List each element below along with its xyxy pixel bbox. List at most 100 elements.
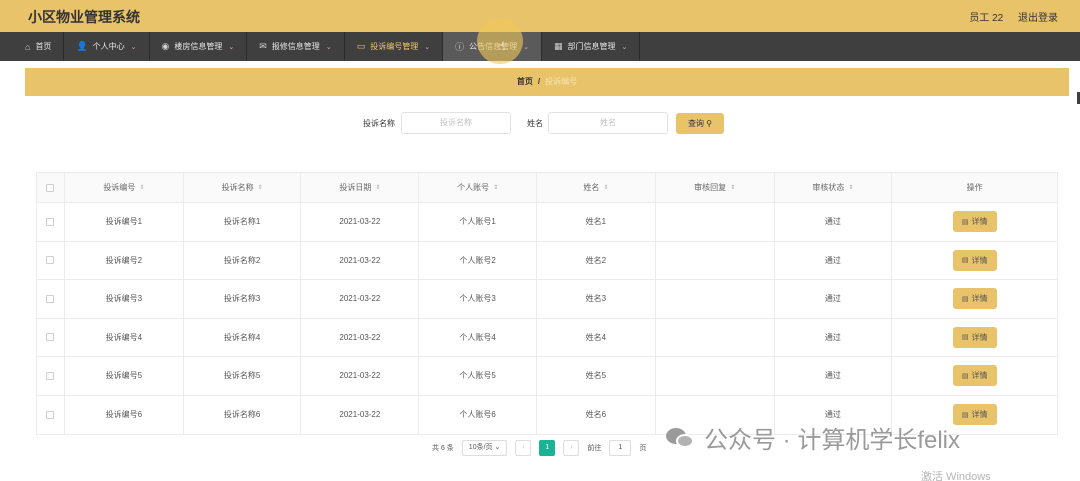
table-cell-reply xyxy=(656,241,775,279)
detail-button[interactable]: ▤ 详情 xyxy=(952,365,997,387)
document-icon: ▤ xyxy=(961,218,969,226)
page-size-value: 10条/页 xyxy=(468,444,493,451)
table-cell-status: 通过 xyxy=(775,203,893,241)
next-page-button[interactable]: › xyxy=(563,440,580,456)
document-icon: ▤ xyxy=(961,411,969,419)
table-cell-date: 2021-03-22 xyxy=(301,241,420,279)
name-input[interactable]: 姓名 xyxy=(548,112,668,134)
column-header[interactable]: 审核回复 ⇕ xyxy=(656,173,775,202)
table-row: 投诉编号2 投诉名称2 2021-03-22 个人账号2 姓名2 通过 ▤ 详情 xyxy=(37,241,1057,280)
row-select-cell xyxy=(37,318,65,356)
table-row: 投诉编号4 投诉名称4 2021-03-22 个人账号4 姓名4 通过 ▤ 详情 xyxy=(37,318,1057,357)
nav-item-1[interactable]: 👤 个人中心 ⌄ xyxy=(64,32,150,61)
detail-button[interactable]: ▤ 详情 xyxy=(952,249,997,271)
complaint-name-input[interactable]: 投诉名称 xyxy=(401,112,511,134)
detail-button-label: 详情 xyxy=(971,371,988,381)
table-cell-name: 投诉名称2 xyxy=(184,241,302,279)
search-form: 投诉名称 投诉名称 姓名 姓名 查询 ⚲ xyxy=(0,112,1080,136)
nav-item-2[interactable]: ◉ 楼房信息管理 ⌄ xyxy=(150,32,248,61)
prev-page-button[interactable]: ‹ xyxy=(515,440,532,456)
nav-item-3[interactable]: ✉ 报修信息管理 ⌄ xyxy=(247,32,345,61)
current-user[interactable]: 员工 22 xyxy=(969,13,1003,24)
column-header[interactable]: 投诉日期 ⇕ xyxy=(301,173,420,202)
sort-icon[interactable]: ⇕ xyxy=(493,184,498,191)
table-cell-id: 投诉编号4 xyxy=(65,318,184,356)
row-checkbox[interactable] xyxy=(46,217,55,226)
table-cell-name: 投诉名称4 xyxy=(184,318,302,356)
document-icon: ▤ xyxy=(961,257,969,265)
document-icon: ▤ xyxy=(961,334,969,342)
nav-item-label: 投诉编号管理 xyxy=(370,42,419,51)
column-header[interactable]: 投诉编号 ⇕ xyxy=(65,173,184,202)
name-label: 姓名 xyxy=(527,119,543,128)
sort-icon[interactable]: ⇕ xyxy=(375,184,380,191)
goto-label: 前往 xyxy=(587,445,602,452)
detail-button[interactable]: ▤ 详情 xyxy=(952,211,997,233)
windows-activation-text: 激活 Windows xyxy=(921,471,991,481)
table-cell-date: 2021-03-22 xyxy=(301,280,420,318)
nav-left-edge xyxy=(0,32,13,61)
table-cell-reply xyxy=(656,280,775,318)
nav-item-label: 楼房信息管理 xyxy=(174,42,223,51)
detail-button[interactable]: ▤ 详情 xyxy=(952,288,997,310)
column-header[interactable]: 投诉名称 ⇕ xyxy=(184,173,302,202)
goto-page-input[interactable]: 1 xyxy=(609,440,632,456)
table-cell-id: 投诉编号1 xyxy=(65,203,184,241)
table-cell-id: 投诉编号2 xyxy=(65,241,184,279)
nav-item-label: 部门信息管理 xyxy=(567,42,616,51)
page-size-select[interactable]: 10条/页 ⌄ xyxy=(461,440,508,456)
table-row: 投诉编号3 投诉名称3 2021-03-22 个人账号3 姓名3 通过 ▤ 详情 xyxy=(37,280,1057,319)
column-header-label: 投诉编号 xyxy=(103,183,136,192)
sort-icon[interactable]: ⇕ xyxy=(730,184,735,191)
top-header: 小区物业管理系统 员工 22 退出登录 xyxy=(0,0,1080,32)
sort-icon[interactable]: ⇕ xyxy=(258,184,263,191)
table-cell-account: 个人账号5 xyxy=(419,357,538,395)
table-cell-id: 投诉编号5 xyxy=(65,357,184,395)
nav-item-label: 报修信息管理 xyxy=(271,42,320,51)
row-checkbox[interactable] xyxy=(46,333,55,342)
nav-item-label: 首页 xyxy=(35,42,52,51)
sort-icon[interactable]: ⇕ xyxy=(139,184,144,191)
breadcrumb-home[interactable]: 首页 xyxy=(517,77,533,86)
watermark-text: 公众号 · 计算机学长felix xyxy=(704,427,961,454)
search-button[interactable]: 查询 ⚲ xyxy=(676,113,724,134)
column-header[interactable]: 审核状态 ⇕ xyxy=(775,173,893,202)
detail-button-label: 详情 xyxy=(971,255,988,265)
page-unit-label: 页 xyxy=(639,445,647,452)
table-cell-status: 通过 xyxy=(775,280,893,318)
row-select-cell xyxy=(37,241,65,279)
sort-icon[interactable]: ⇕ xyxy=(603,184,608,191)
app-title: 小区物业管理系统 xyxy=(28,9,140,25)
row-select-cell xyxy=(37,280,65,318)
location-icon: ◉ xyxy=(161,41,170,51)
user-icon: 👤 xyxy=(76,41,88,51)
chevron-down-icon: ⌄ xyxy=(621,43,628,51)
row-checkbox[interactable] xyxy=(46,371,55,380)
table-cell-date: 2021-03-22 xyxy=(301,357,420,395)
logout-link[interactable]: 退出登录 xyxy=(1018,13,1058,24)
column-header[interactable]: 姓名 ⇕ xyxy=(537,173,656,202)
total-count: 共 6 条 xyxy=(432,445,454,452)
nav-item-0[interactable]: ⌂ 首页 xyxy=(13,32,65,61)
chevron-down-icon: ⌄ xyxy=(523,43,529,51)
column-header-label: 审核回复 xyxy=(694,183,727,192)
document-icon: ▤ xyxy=(961,372,969,380)
page-button-current[interactable]: 1 xyxy=(539,440,556,456)
wechat-watermark: 公众号 · 计算机学长felix xyxy=(666,420,960,455)
nav-item-6[interactable]: ▦ 部门信息管理 ⌄ xyxy=(542,32,641,61)
table-cell-person: 姓名6 xyxy=(537,395,656,434)
breadcrumb: 首页 / 投诉编号 xyxy=(25,68,1069,96)
column-header[interactable]: 个人账号 ⇕ xyxy=(419,173,538,202)
table-cell-action: ▤ 详情 xyxy=(892,280,1057,318)
row-checkbox[interactable] xyxy=(46,410,55,419)
table-cell-status: 通过 xyxy=(775,241,893,279)
nav-item-4[interactable]: ▭ 投诉编号管理 ⌄ xyxy=(345,32,444,61)
table-cell-account: 个人账号6 xyxy=(419,395,538,434)
sort-icon[interactable]: ⇕ xyxy=(848,184,853,191)
row-checkbox[interactable] xyxy=(46,294,55,303)
table-cell-date: 2021-03-22 xyxy=(301,203,420,241)
row-checkbox[interactable] xyxy=(46,256,55,265)
detail-button[interactable]: ▤ 详情 xyxy=(952,326,997,348)
search-button-label: 查询 xyxy=(687,119,704,128)
select-all-checkbox[interactable] xyxy=(46,183,55,192)
